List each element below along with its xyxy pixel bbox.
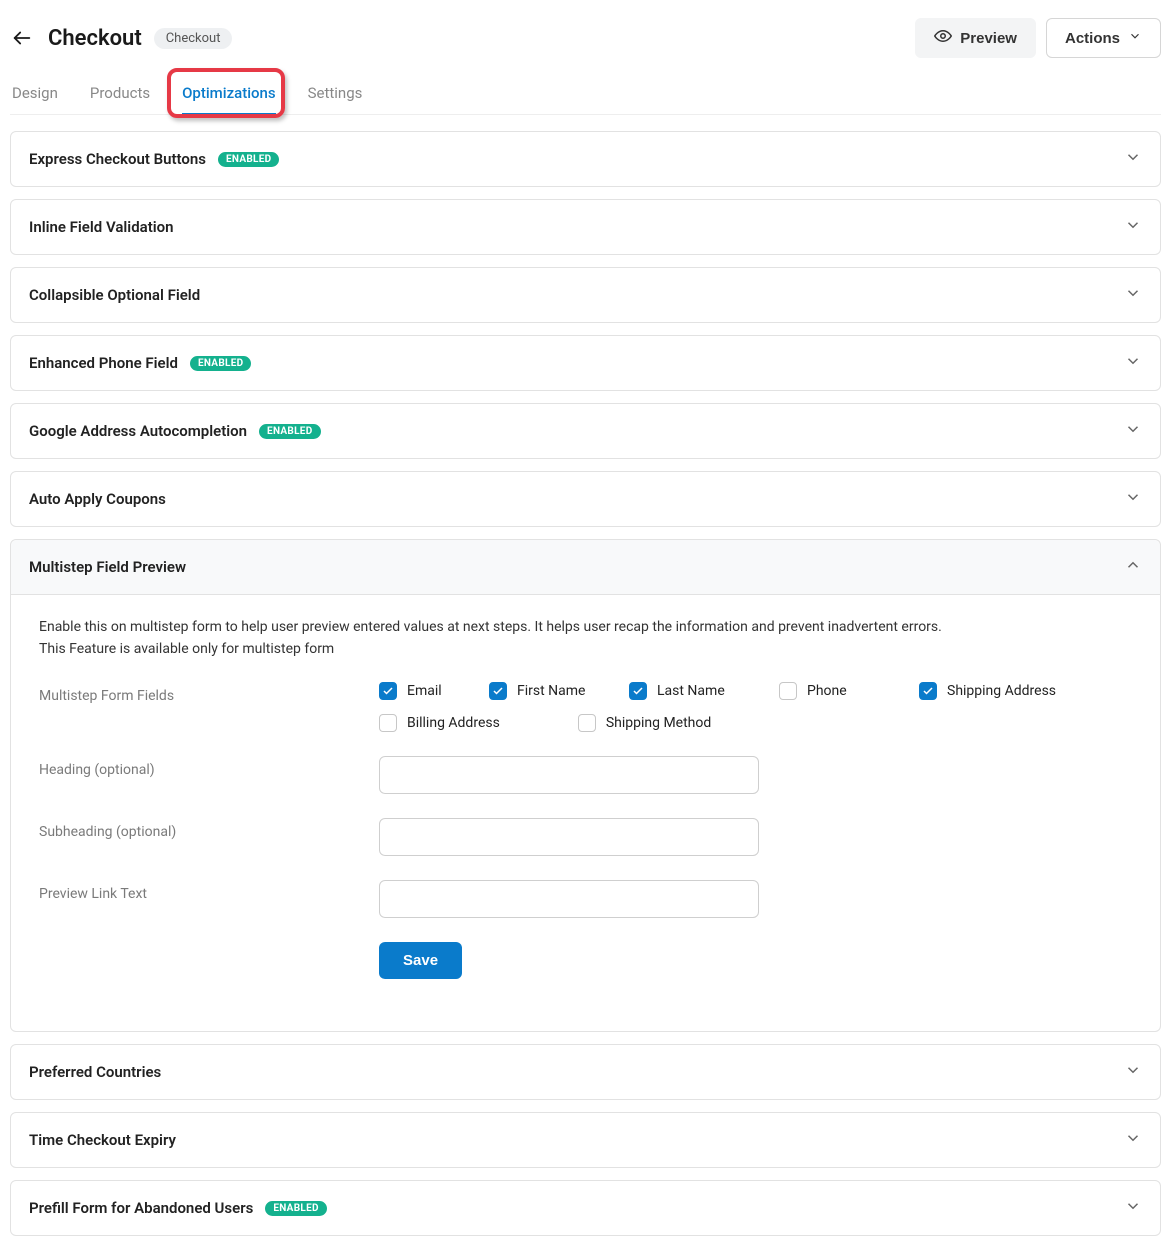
check-icon	[379, 714, 397, 732]
checkbox-label: Shipping Address	[947, 683, 1056, 699]
accordion-header[interactable]: Multistep Field Preview	[11, 540, 1160, 595]
accordion-title: Collapsible Optional Field	[29, 286, 200, 304]
enabled-badge: ENABLED	[259, 424, 321, 439]
page-header: Checkout Checkout Preview Actions	[10, 10, 1161, 74]
checkbox-billing-address[interactable]: Billing Address	[379, 714, 500, 732]
actions-button[interactable]: Actions	[1046, 18, 1161, 58]
checkbox-phone[interactable]: Phone	[779, 682, 919, 700]
tab-products[interactable]: Products	[90, 74, 150, 114]
label-link-text: Preview Link Text	[39, 880, 379, 902]
accordion-auto-coupons[interactable]: Auto Apply Coupons	[10, 471, 1161, 527]
checkbox-label: Email	[407, 683, 442, 699]
label-multistep-fields: Multistep Form Fields	[39, 682, 379, 704]
check-icon	[919, 682, 937, 700]
check-icon	[779, 682, 797, 700]
checkbox-label: Last Name	[657, 683, 725, 699]
accordion-express-checkout[interactable]: Express Checkout Buttons ENABLED	[10, 131, 1161, 187]
desc-line1: Enable this on multistep form to help us…	[39, 619, 942, 635]
checkbox-label: Shipping Method	[606, 715, 711, 731]
tab-settings[interactable]: Settings	[308, 74, 363, 114]
subheading-input[interactable]	[379, 818, 759, 856]
preview-label: Preview	[960, 30, 1017, 47]
checkbox-label: Phone	[807, 683, 847, 699]
tab-design[interactable]: Design	[12, 74, 58, 114]
checkbox-label: First Name	[517, 683, 585, 699]
checkbox-shipping-method[interactable]: Shipping Method	[578, 714, 711, 732]
check-icon	[578, 714, 596, 732]
accordion-prefill-abandoned[interactable]: Prefill Form for Abandoned Users ENABLED	[10, 1180, 1161, 1236]
checkbox-label: Billing Address	[407, 715, 500, 731]
chevron-down-icon	[1124, 420, 1142, 442]
linktext-input[interactable]	[379, 880, 759, 918]
chevron-down-icon	[1124, 352, 1142, 374]
row-link-text: Preview Link Text	[39, 880, 1132, 918]
accordion-title: Enhanced Phone Field	[29, 354, 178, 372]
check-icon	[629, 682, 647, 700]
accordion-title: Prefill Form for Abandoned Users	[29, 1199, 253, 1217]
page-title: Checkout	[48, 26, 142, 51]
actions-label: Actions	[1065, 30, 1120, 47]
tabs: Design Products Optimizations Settings	[10, 74, 1161, 115]
accordion-title: Time Checkout Expiry	[29, 1131, 176, 1149]
chevron-up-icon	[1124, 556, 1142, 578]
accordion-enhanced-phone[interactable]: Enhanced Phone Field ENABLED	[10, 335, 1161, 391]
desc-line2: This Feature is available only for multi…	[39, 641, 334, 657]
accordion-preferred-countries[interactable]: Preferred Countries	[10, 1044, 1161, 1100]
accordion-inline-validation[interactable]: Inline Field Validation	[10, 199, 1161, 255]
row-subheading: Subheading (optional)	[39, 818, 1132, 856]
tab-optimizations[interactable]: Optimizations	[182, 74, 276, 114]
back-arrow-icon[interactable]	[10, 26, 34, 50]
chevron-down-icon	[1124, 284, 1142, 306]
chevron-down-icon	[1128, 29, 1142, 47]
accordion-title: Auto Apply Coupons	[29, 490, 166, 508]
heading-input[interactable]	[379, 756, 759, 794]
eye-icon	[934, 27, 952, 49]
accordion-collapsible-optional[interactable]: Collapsible Optional Field	[10, 267, 1161, 323]
checkbox-last-name[interactable]: Last Name	[629, 682, 779, 700]
label-heading: Heading (optional)	[39, 756, 379, 778]
chevron-down-icon	[1124, 148, 1142, 170]
accordion-multistep-preview: Multistep Field Preview Enable this on m…	[10, 539, 1161, 1032]
chevron-down-icon	[1124, 1197, 1142, 1219]
checkbox-shipping-address[interactable]: Shipping Address	[919, 682, 1056, 700]
chevron-down-icon	[1124, 1129, 1142, 1151]
accordion-title: Google Address Autocompletion	[29, 422, 247, 440]
multistep-description: Enable this on multistep form to help us…	[39, 617, 1132, 660]
accordion-title: Express Checkout Buttons	[29, 150, 206, 168]
accordion-title: Preferred Countries	[29, 1063, 161, 1081]
row-save: Save	[39, 942, 1132, 979]
row-heading: Heading (optional)	[39, 756, 1132, 794]
checkbox-email[interactable]: Email	[379, 682, 489, 700]
enabled-badge: ENABLED	[265, 1201, 327, 1216]
preview-button[interactable]: Preview	[915, 18, 1036, 58]
accordion-google-address[interactable]: Google Address Autocompletion ENABLED	[10, 403, 1161, 459]
chevron-down-icon	[1124, 488, 1142, 510]
checkbox-first-name[interactable]: First Name	[489, 682, 629, 700]
check-icon	[379, 682, 397, 700]
row-multistep-fields: Multistep Form Fields Email First Name L…	[39, 682, 1132, 732]
enabled-badge: ENABLED	[190, 356, 252, 371]
check-icon	[489, 682, 507, 700]
enabled-badge: ENABLED	[218, 152, 280, 167]
accordion-title: Inline Field Validation	[29, 218, 174, 236]
accordion-title: Multistep Field Preview	[29, 558, 186, 576]
breadcrumb-chip: Checkout	[154, 28, 233, 49]
save-button[interactable]: Save	[379, 942, 462, 979]
chevron-down-icon	[1124, 216, 1142, 238]
accordion-time-checkout-expiry[interactable]: Time Checkout Expiry	[10, 1112, 1161, 1168]
chevron-down-icon	[1124, 1061, 1142, 1083]
label-subheading: Subheading (optional)	[39, 818, 379, 840]
